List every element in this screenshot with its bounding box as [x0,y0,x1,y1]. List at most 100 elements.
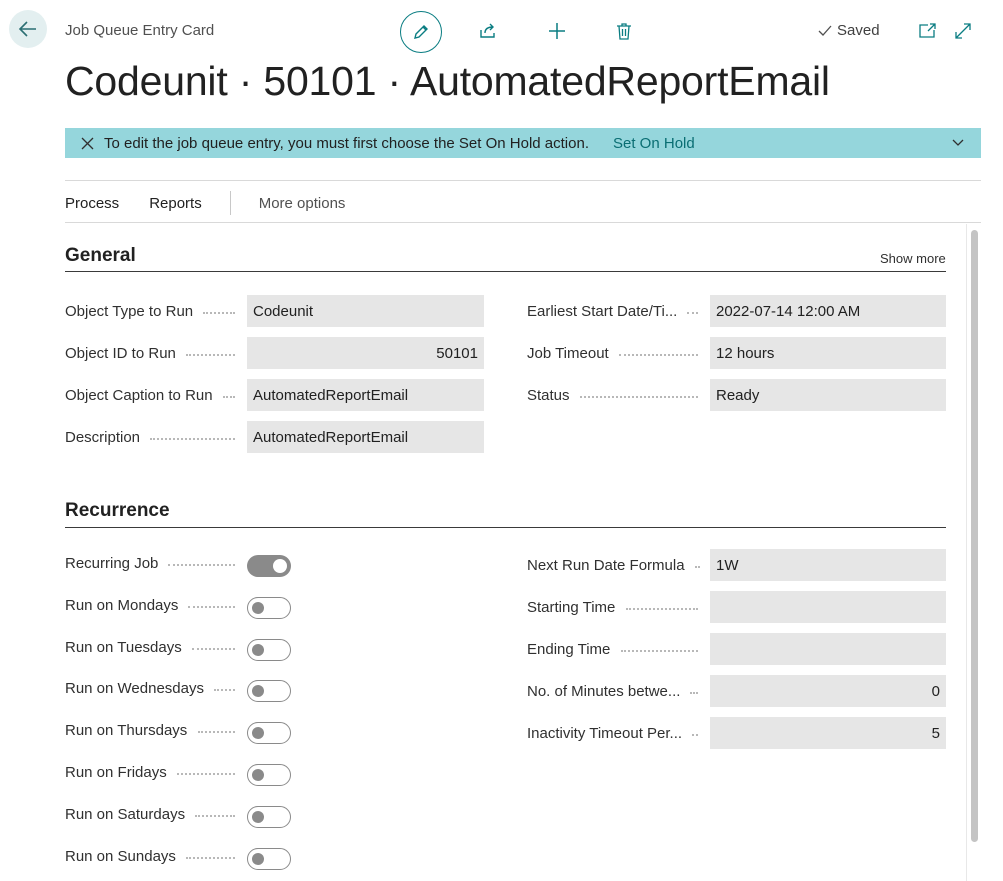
open-new-window-button[interactable] [908,12,946,50]
leader-dots [620,650,698,652]
toggle-label-run-on-wednesdays: Run on Wednesdays [65,680,204,698]
field-label-ending-time: Ending Time [527,641,611,658]
action-separator [229,191,231,215]
banner-message: To edit the job queue entry, you must fi… [104,134,589,152]
edit-button[interactable] [400,11,442,53]
leader-dots [579,396,698,398]
toggle-knob [252,643,264,656]
breadcrumb: Job Queue Entry Card [65,22,215,39]
field-label-object-id-to-run: Object ID to Run [65,345,176,362]
field-object-type-to-run[interactable]: Codeunit [247,295,484,327]
action-bar: Process Reports More options [65,185,345,221]
leader-dots [150,438,235,440]
toggle-run-on-sundays[interactable] [247,847,291,870]
leader-dots [213,689,235,692]
toggle-knob [252,601,264,614]
back-arrow-icon [18,21,36,37]
expand-icon [955,23,971,39]
divider [65,180,981,181]
field-label-inactivity-timeout-per: Inactivity Timeout Per... [527,725,683,742]
field-object-id-to-run[interactable]: 50101 [247,337,484,369]
field-label-earliest-start-date-ti: Earliest Start Date/Ti... [527,303,678,320]
checkmark-icon [818,25,832,36]
field-label-starting-time: Starting Time [527,599,616,616]
field-label-job-timeout: Job Timeout [527,345,609,362]
field-next-run-date-formula[interactable]: 1W [710,549,946,581]
section-title-recurrence[interactable]: Recurrence [65,500,170,522]
toggle-run-on-wednesdays[interactable] [247,680,291,703]
scrollbar-thumb[interactable] [971,230,978,842]
field-label-object-caption-to-run: Object Caption to Run [65,387,213,404]
dismiss-banner-button[interactable] [81,137,94,150]
field-label-object-type-to-run: Object Type to Run [65,303,194,320]
field-label-no-of-minutes-betwe: No. of Minutes betwe... [527,683,681,700]
page-title: Codeunit · 50101 · AutomatedReportEmail [65,58,830,104]
divider [65,222,981,223]
action-reports[interactable]: Reports [149,195,202,212]
field-no-of-minutes-betwe[interactable]: 0 [710,675,946,707]
open-new-window-icon [919,23,936,38]
banner-expand-button[interactable] [951,136,965,150]
leader-dots [618,354,698,356]
toggle-run-on-tuesdays[interactable] [247,638,291,661]
toggle-label-run-on-saturdays: Run on Saturdays [65,805,186,823]
toggle-knob [252,685,264,698]
leader-dots [694,566,698,568]
section-title-general[interactable]: General [65,245,136,267]
toggle-label-run-on-fridays: Run on Fridays [65,764,167,781]
saved-label: Saved [837,22,880,39]
close-icon [81,137,94,149]
action-process[interactable]: Process [65,195,119,212]
share-button[interactable] [469,12,507,50]
field-ending-time[interactable] [710,633,946,665]
toggle-knob [252,810,264,823]
leader-dots [195,814,235,817]
toggle-run-on-saturdays[interactable] [247,805,291,828]
leader-dots [690,692,698,694]
show-more-link[interactable]: Show more [880,251,946,266]
field-description[interactable]: AutomatedReportEmail [247,421,484,453]
toggle-knob [273,559,287,573]
leader-dots [687,312,698,314]
field-object-caption-to-run[interactable]: AutomatedReportEmail [247,379,484,411]
field-status[interactable]: Ready [710,379,946,411]
toggle-label-recurring-job: Recurring Job [65,555,159,572]
set-on-hold-link[interactable]: Set On Hold [613,135,695,152]
field-starting-time[interactable] [710,591,946,623]
field-earliest-start-date-ti[interactable]: 2022-07-14 12:00 AM [710,295,946,327]
leader-dots [197,731,235,734]
toggle-label-run-on-mondays: Run on Mondays [65,596,179,614]
leader-dots [188,605,235,608]
saved-indicator: Saved [817,22,880,39]
section-divider [65,527,946,528]
leader-dots [625,608,698,610]
toggle-recurring-job[interactable] [247,555,291,577]
toggle-knob [252,727,264,740]
field-label-status: Status [527,387,570,404]
action-more-options[interactable]: More options [259,195,346,212]
add-icon [549,23,565,39]
leader-dots [692,734,698,736]
chevron-down-icon [952,139,964,146]
field-label-description: Description [65,429,141,446]
share-icon [480,23,495,38]
new-button[interactable] [538,12,576,50]
delete-button[interactable] [605,12,643,50]
expand-button[interactable] [944,12,982,50]
edit-pencil-icon [414,25,428,39]
toggle-run-on-fridays[interactable] [247,764,291,786]
toggle-label-run-on-tuesdays: Run on Tuesdays [65,638,182,656]
leader-dots [176,773,235,775]
leader-dots [222,396,235,398]
leader-dots [168,564,235,566]
back-button[interactable] [9,10,47,48]
field-inactivity-timeout-per[interactable]: 5 [710,717,946,749]
leader-dots [203,312,235,314]
field-label-next-run-date-formula: Next Run Date Formula [527,557,685,574]
delete-icon [617,23,631,40]
toggle-run-on-thursdays[interactable] [247,722,291,745]
field-job-timeout[interactable]: 12 hours [710,337,946,369]
toggle-run-on-mondays[interactable] [247,596,291,619]
leader-dots [185,856,235,859]
toggle-knob [252,769,264,781]
